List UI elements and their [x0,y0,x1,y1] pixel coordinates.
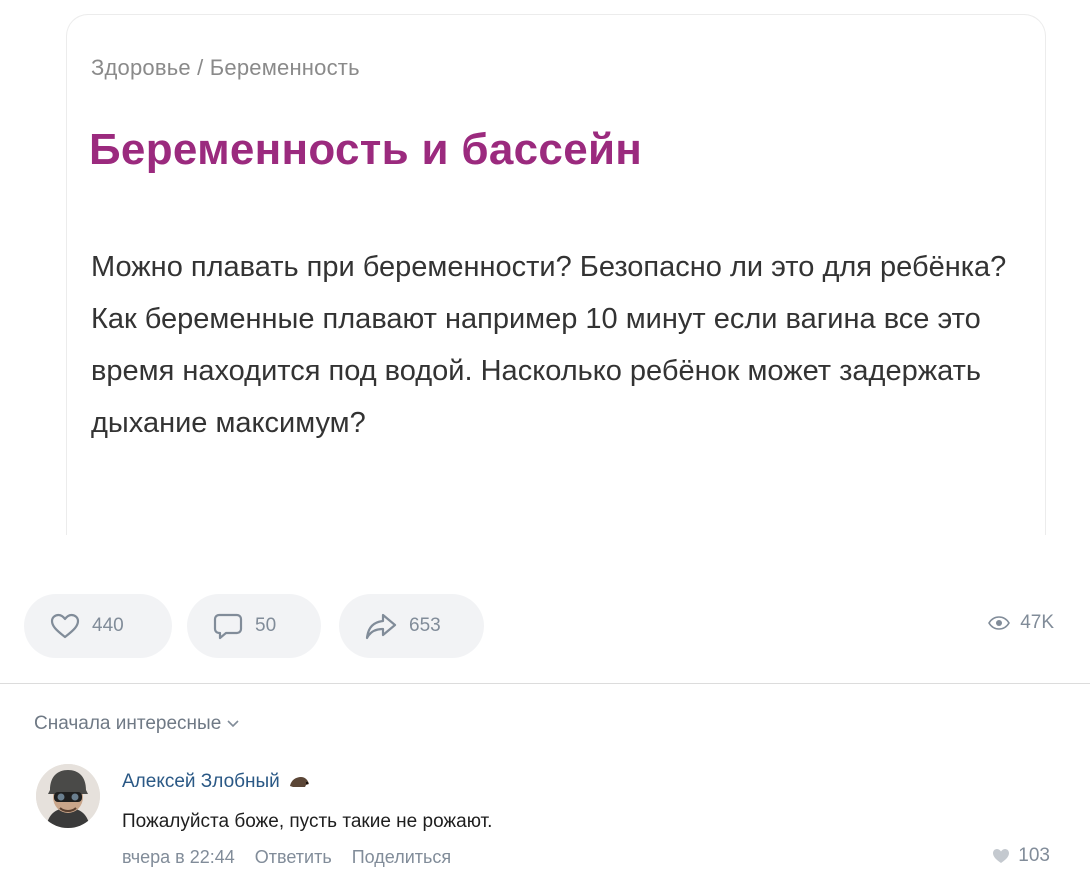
divider [0,683,1090,684]
comment-time[interactable]: вчера в 22:44 [122,847,235,868]
comment-icon [213,613,243,640]
comment-like-count: 103 [1018,845,1050,866]
share-icon [365,613,397,640]
comment-button[interactable]: 50 [187,594,321,658]
article-body: Можно плавать при беременности? Безопасн… [91,251,1007,439]
comment-author[interactable]: Алексей Злобный [122,771,310,793]
hedgehog-icon [289,777,309,787]
heart-icon [993,849,1010,863]
avatar-image [36,764,100,828]
eye-icon [988,616,1011,630]
reply-button[interactable]: Ответить [255,847,332,868]
comment-text: Пожалуйста боже, пусть такие не рожают. [122,811,493,832]
share-count: 653 [409,615,441,636]
comments-sort-dropdown[interactable]: Сначала интересные [34,713,239,735]
views-count: 47K [1020,612,1054,633]
comment-like-button[interactable]: 103 [992,845,1050,867]
sort-label: Сначала интересные [34,713,222,734]
comment-count: 50 [255,615,277,636]
article-title[interactable]: Беременность и бассейн [89,125,642,175]
chevron-down-icon [227,720,239,728]
like-count: 440 [92,615,124,636]
like-button[interactable]: 440 [24,594,172,658]
author-name: Алексей Злобный [122,771,280,792]
avatar[interactable] [36,764,100,828]
article-card: Здоровье / Беременность Беременность и б… [66,14,1046,535]
share-link[interactable]: Поделиться [352,847,451,868]
breadcrumb[interactable]: Здоровье / Беременность [91,55,360,81]
share-button[interactable]: 653 [339,594,484,658]
views-counter: 47K [988,612,1054,634]
comment-meta: вчера в 22:44 Ответить Поделиться [122,847,471,868]
heart-icon [50,613,80,639]
